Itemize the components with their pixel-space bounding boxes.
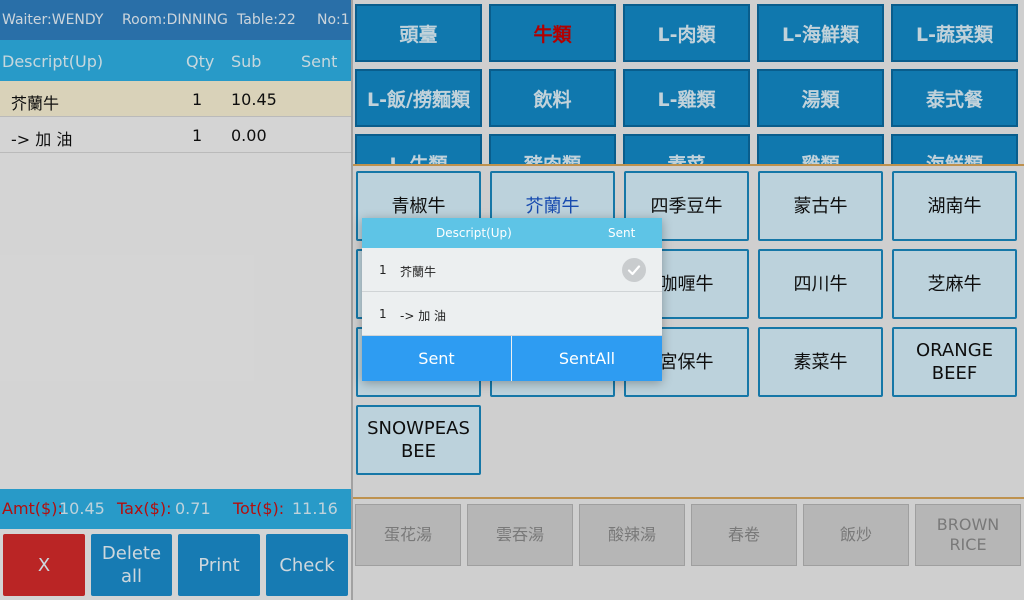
checkmark-icon[interactable]	[622, 258, 646, 282]
dialog-item-qty: 1	[379, 307, 387, 321]
dialog-item-row[interactable]: 1 -> 加 油	[362, 292, 662, 336]
sent-button[interactable]: Sent	[362, 336, 511, 381]
dialog-item-row[interactable]: 1 芥蘭牛	[362, 248, 662, 292]
dialog-col-descript: Descript(Up)	[436, 226, 512, 240]
dialog-item-name: -> 加 油	[400, 309, 447, 323]
dialog-col-sent: Sent	[608, 226, 636, 240]
dialog-item-name: 芥蘭牛	[400, 265, 437, 279]
dialog-item-qty: 1	[379, 263, 387, 277]
send-dialog: Descript(Up) Sent 1 芥蘭牛 1 -> 加 油 Sent Se…	[362, 218, 662, 381]
sent-all-button[interactable]: SentAll	[512, 336, 662, 381]
dialog-header: Descript(Up) Sent	[362, 218, 662, 248]
